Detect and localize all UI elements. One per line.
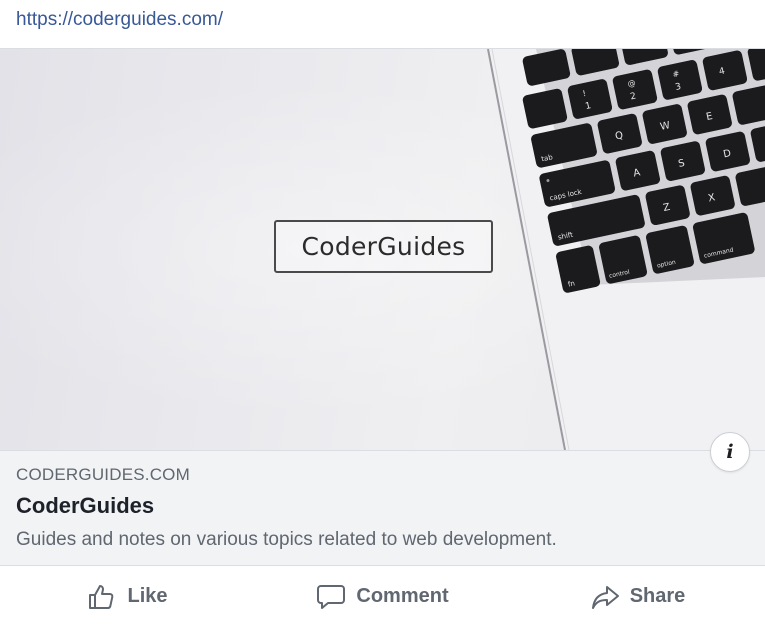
site-logo: CoderGuides (274, 220, 493, 273)
link-domain: CODERGUIDES.COM (16, 465, 190, 484)
url-bar: https://coderguides.com/ (0, 0, 765, 48)
link-description: Guides and notes on various topics relat… (16, 529, 557, 550)
shared-url-link[interactable]: https://coderguides.com/ (16, 9, 223, 31)
link-preview-card[interactable]: ! 1 @ 2 # 3 4 tab Q W E caps lock A S D … (0, 49, 765, 566)
share-button[interactable]: Share (510, 582, 765, 612)
comment-button[interactable]: Comment (255, 582, 510, 612)
info-button[interactable]: i (710, 432, 750, 472)
like-label: Like (127, 585, 168, 607)
share-arrow-icon (591, 585, 619, 609)
logo-text: CoderGuides (301, 232, 466, 261)
link-title[interactable]: CoderGuides (16, 493, 154, 519)
share-label: Share (629, 585, 686, 607)
link-meta[interactable]: CODERGUIDES.COM CoderGuides Guides and n… (0, 450, 765, 566)
speech-bubble-icon (317, 584, 346, 609)
key (599, 235, 648, 284)
preview-image[interactable]: ! 1 @ 2 # 3 4 tab Q W E caps lock A S D … (0, 49, 765, 450)
comment-label: Comment (356, 585, 449, 607)
post-actions: Like Comment Share (0, 567, 765, 626)
key (646, 225, 694, 274)
thumbs-up-icon (89, 584, 114, 609)
info-icon: i (726, 441, 734, 463)
like-button[interactable]: Like (0, 582, 255, 612)
